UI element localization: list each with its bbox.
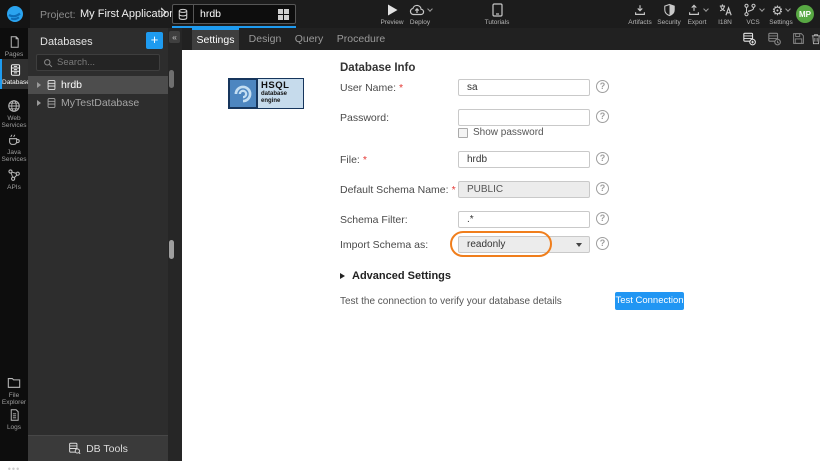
open-db-tab-label: hrdb — [194, 8, 278, 20]
user-avatar[interactable]: MP — [796, 5, 814, 23]
wavemaker-logo-icon — [6, 5, 24, 23]
section-heading: Database Info — [340, 62, 415, 74]
show-password-checkbox[interactable] — [458, 128, 468, 138]
tutorials-book-icon — [477, 3, 517, 17]
username-field[interactable] — [458, 79, 590, 96]
more-options-button[interactable]: ••• — [0, 464, 28, 474]
hsql-logo: HSQL database engine — [228, 78, 304, 109]
test-connection-button[interactable]: Test Connection — [615, 292, 684, 310]
help-icon[interactable]: ? — [596, 182, 609, 195]
reimport-database-button[interactable] — [742, 32, 757, 46]
db-tree-item-mytestdatabase[interactable]: MyTestDatabase — [28, 94, 168, 112]
file-field[interactable] — [458, 151, 590, 168]
project-label: Project: — [40, 9, 76, 21]
expand-caret-icon — [340, 273, 345, 279]
sidebar-item-pages[interactable]: Pages — [0, 31, 28, 58]
tab-query[interactable]: Query — [290, 28, 328, 50]
import-schema-select[interactable]: readonly — [458, 236, 590, 253]
username-label: User Name:* — [340, 82, 460, 94]
tutorials-button[interactable]: Tutorials — [477, 3, 517, 26]
log-file-icon — [0, 407, 28, 422]
password-field[interactable] — [458, 109, 590, 126]
help-icon[interactable]: ? — [596, 110, 609, 123]
globe-icon — [0, 98, 28, 113]
save-button[interactable] — [792, 32, 805, 45]
search-icon — [43, 58, 53, 68]
tab-procedure[interactable]: Procedure — [332, 28, 390, 50]
page-icon — [0, 34, 28, 49]
db-tab-bar: Settings Design Query Procedure — [182, 28, 820, 50]
cloud-upload-icon — [400, 3, 440, 17]
sidebar-item-java-services[interactable]: Java Services — [0, 129, 28, 163]
sidebar-item-apis[interactable]: APIs — [0, 164, 28, 191]
help-icon[interactable]: ? — [596, 212, 609, 225]
wavemaker-logo[interactable] — [0, 0, 30, 28]
tab-design[interactable]: Design — [244, 28, 286, 50]
expand-caret-icon[interactable] — [37, 82, 41, 88]
database-icon — [46, 97, 57, 109]
test-connection-note: Test the connection to verify your datab… — [340, 296, 562, 307]
scrollbar-thumb[interactable] — [169, 240, 174, 259]
show-password-label: Show password — [473, 127, 544, 138]
password-label: Password: — [340, 112, 460, 124]
schema-filter-label: Schema Filter: — [340, 214, 460, 226]
export-database-button[interactable] — [767, 32, 782, 46]
default-schema-label: Default Schema Name:* — [340, 184, 460, 196]
api-nodes-icon — [0, 167, 28, 182]
scrollbar-thumb[interactable] — [169, 70, 174, 88]
hsql-spiral-icon — [228, 78, 258, 109]
deploy-button[interactable]: Deploy — [400, 3, 440, 26]
db-tree-item-hrdb[interactable]: hrdb — [28, 76, 168, 94]
top-bar: Project: My First Application hrdb Previ… — [0, 0, 820, 28]
sidebar-item-file-explorer[interactable]: File Explorer — [0, 372, 28, 406]
app-window: Project: My First Application hrdb Previ… — [0, 0, 820, 461]
grid-view-icon[interactable] — [278, 9, 289, 20]
delete-database-button[interactable] — [810, 32, 820, 46]
schema-filter-field[interactable] — [458, 211, 590, 228]
databases-panel: Databases + hrdb MyTestDatabase — [28, 28, 168, 461]
expand-caret-icon[interactable] — [37, 100, 41, 106]
database-icon — [173, 5, 194, 23]
hsql-logo-title: HSQL — [261, 81, 303, 91]
db-tools-icon — [68, 442, 81, 455]
collapse-panel-button[interactable]: « — [169, 31, 180, 43]
settings-content: HSQL database engine Database Info User … — [182, 50, 820, 461]
chevron-down-icon — [576, 243, 582, 247]
search-input[interactable] — [57, 57, 152, 68]
panel-collapse-strip: « — [168, 28, 182, 461]
search-box[interactable] — [36, 54, 160, 71]
sidebar-item-web-services[interactable]: Web Services — [0, 95, 28, 129]
help-icon[interactable]: ? — [596, 152, 609, 165]
advanced-settings-toggle[interactable]: Advanced Settings — [340, 270, 451, 282]
db-tools-button[interactable]: DB Tools — [28, 435, 168, 461]
help-icon[interactable]: ? — [596, 80, 609, 93]
database-icon — [2, 62, 28, 77]
add-database-button[interactable]: + — [146, 32, 163, 49]
folder-icon — [0, 375, 28, 390]
import-schema-label: Import Schema as: — [340, 239, 460, 251]
panel-title: Databases — [40, 36, 93, 48]
hsql-logo-line2: engine — [261, 98, 303, 105]
settings-button[interactable]: ⚙ Settings — [761, 3, 801, 26]
database-icon — [46, 79, 57, 91]
left-nav-rail: Pages Databases Web Services — [0, 28, 28, 461]
file-label: File:* — [340, 154, 460, 166]
sidebar-item-logs[interactable]: Logs — [0, 404, 28, 431]
open-db-tab-hrdb[interactable]: hrdb — [172, 4, 296, 24]
sidebar-item-databases[interactable]: Databases — [0, 59, 28, 89]
default-schema-field — [458, 181, 590, 198]
tab-settings[interactable]: Settings — [192, 28, 239, 50]
coffee-cup-icon — [0, 132, 28, 147]
help-icon[interactable]: ? — [596, 237, 609, 250]
gear-icon: ⚙ — [772, 4, 784, 17]
